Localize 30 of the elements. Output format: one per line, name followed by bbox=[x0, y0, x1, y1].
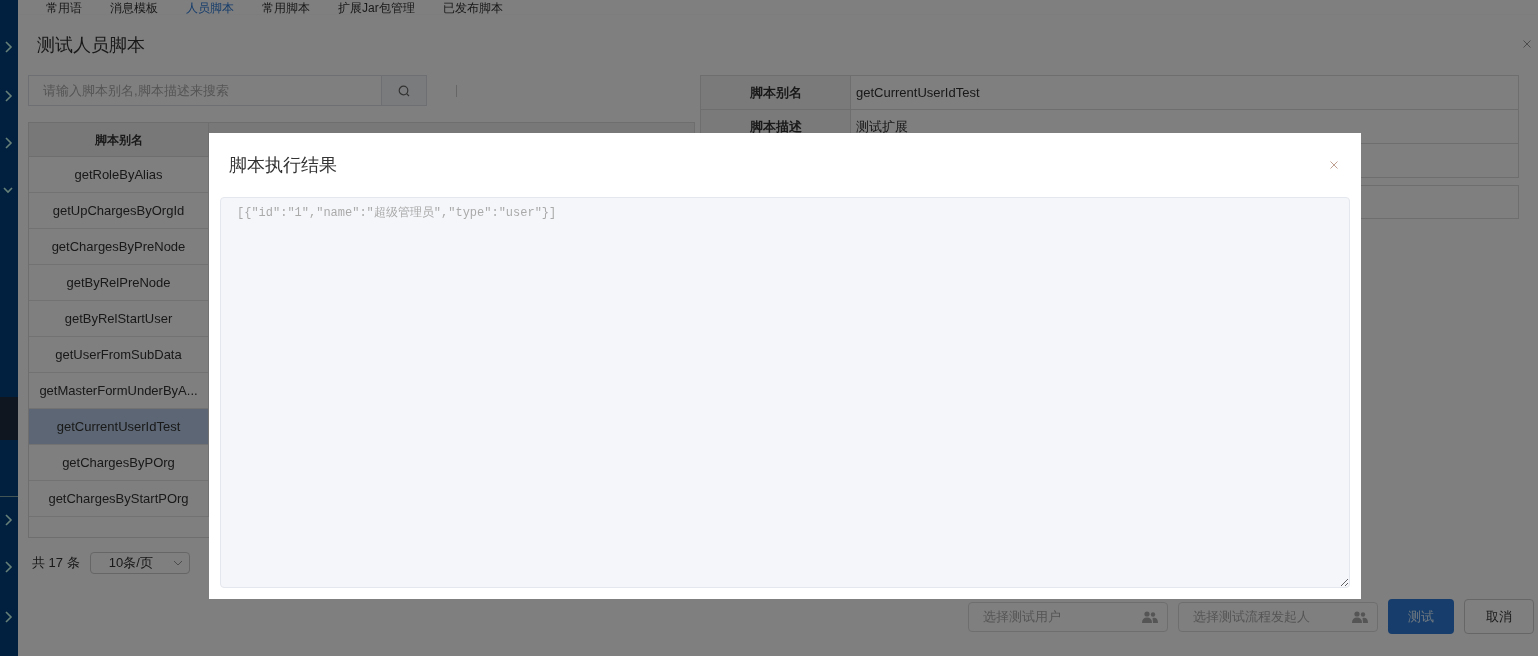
nav-tab[interactable]: 常用语 bbox=[46, 0, 82, 16]
page-size-select[interactable]: 10条/页 bbox=[89, 552, 190, 574]
chevron-right-icon[interactable] bbox=[3, 89, 13, 103]
nav-tab[interactable]: 常用脚本 bbox=[262, 0, 310, 16]
sidebar-item-highlight bbox=[0, 397, 18, 440]
chevron-down-icon bbox=[172, 560, 183, 566]
output-text-area[interactable]: [{"id":"1","name":"超级管理员","type":"user"}] bbox=[220, 197, 1350, 588]
field-value: getCurrentUserIdTest bbox=[855, 83, 980, 102]
users-icon bbox=[1352, 610, 1368, 623]
total-count: 共 17 条 bbox=[32, 554, 80, 573]
nav-tab[interactable]: 已发布脚本 bbox=[442, 0, 503, 16]
test-button[interactable]: 测试 bbox=[1388, 599, 1454, 634]
cancel-button[interactable]: 取消 bbox=[1464, 599, 1534, 634]
modal-title: 脚本执行结果 bbox=[229, 153, 337, 177]
search-icon bbox=[398, 84, 410, 97]
close-button[interactable] bbox=[1522, 39, 1532, 49]
nav-tab[interactable]: 消息模板 bbox=[110, 0, 158, 16]
nav-tab[interactable]: 扩展Jar包管理 bbox=[338, 0, 415, 16]
users-icon bbox=[1142, 610, 1158, 623]
field-label: 脚本别名 bbox=[701, 76, 851, 109]
dialog-title: 测试人员脚本 bbox=[37, 33, 145, 57]
nav-tab[interactable]: 人员脚本 bbox=[186, 0, 234, 16]
close-button[interactable] bbox=[1329, 160, 1339, 170]
table-row[interactable]: getCurrentUserIdTest bbox=[29, 409, 209, 444]
chevron-right-icon[interactable] bbox=[3, 40, 13, 54]
chevron-right-icon[interactable] bbox=[3, 136, 13, 150]
chevron-right-icon[interactable] bbox=[3, 513, 13, 527]
field-value: 测试扩展 bbox=[855, 117, 908, 136]
chevron-right-icon[interactable] bbox=[3, 560, 13, 574]
chevron-right-icon[interactable] bbox=[3, 610, 13, 624]
